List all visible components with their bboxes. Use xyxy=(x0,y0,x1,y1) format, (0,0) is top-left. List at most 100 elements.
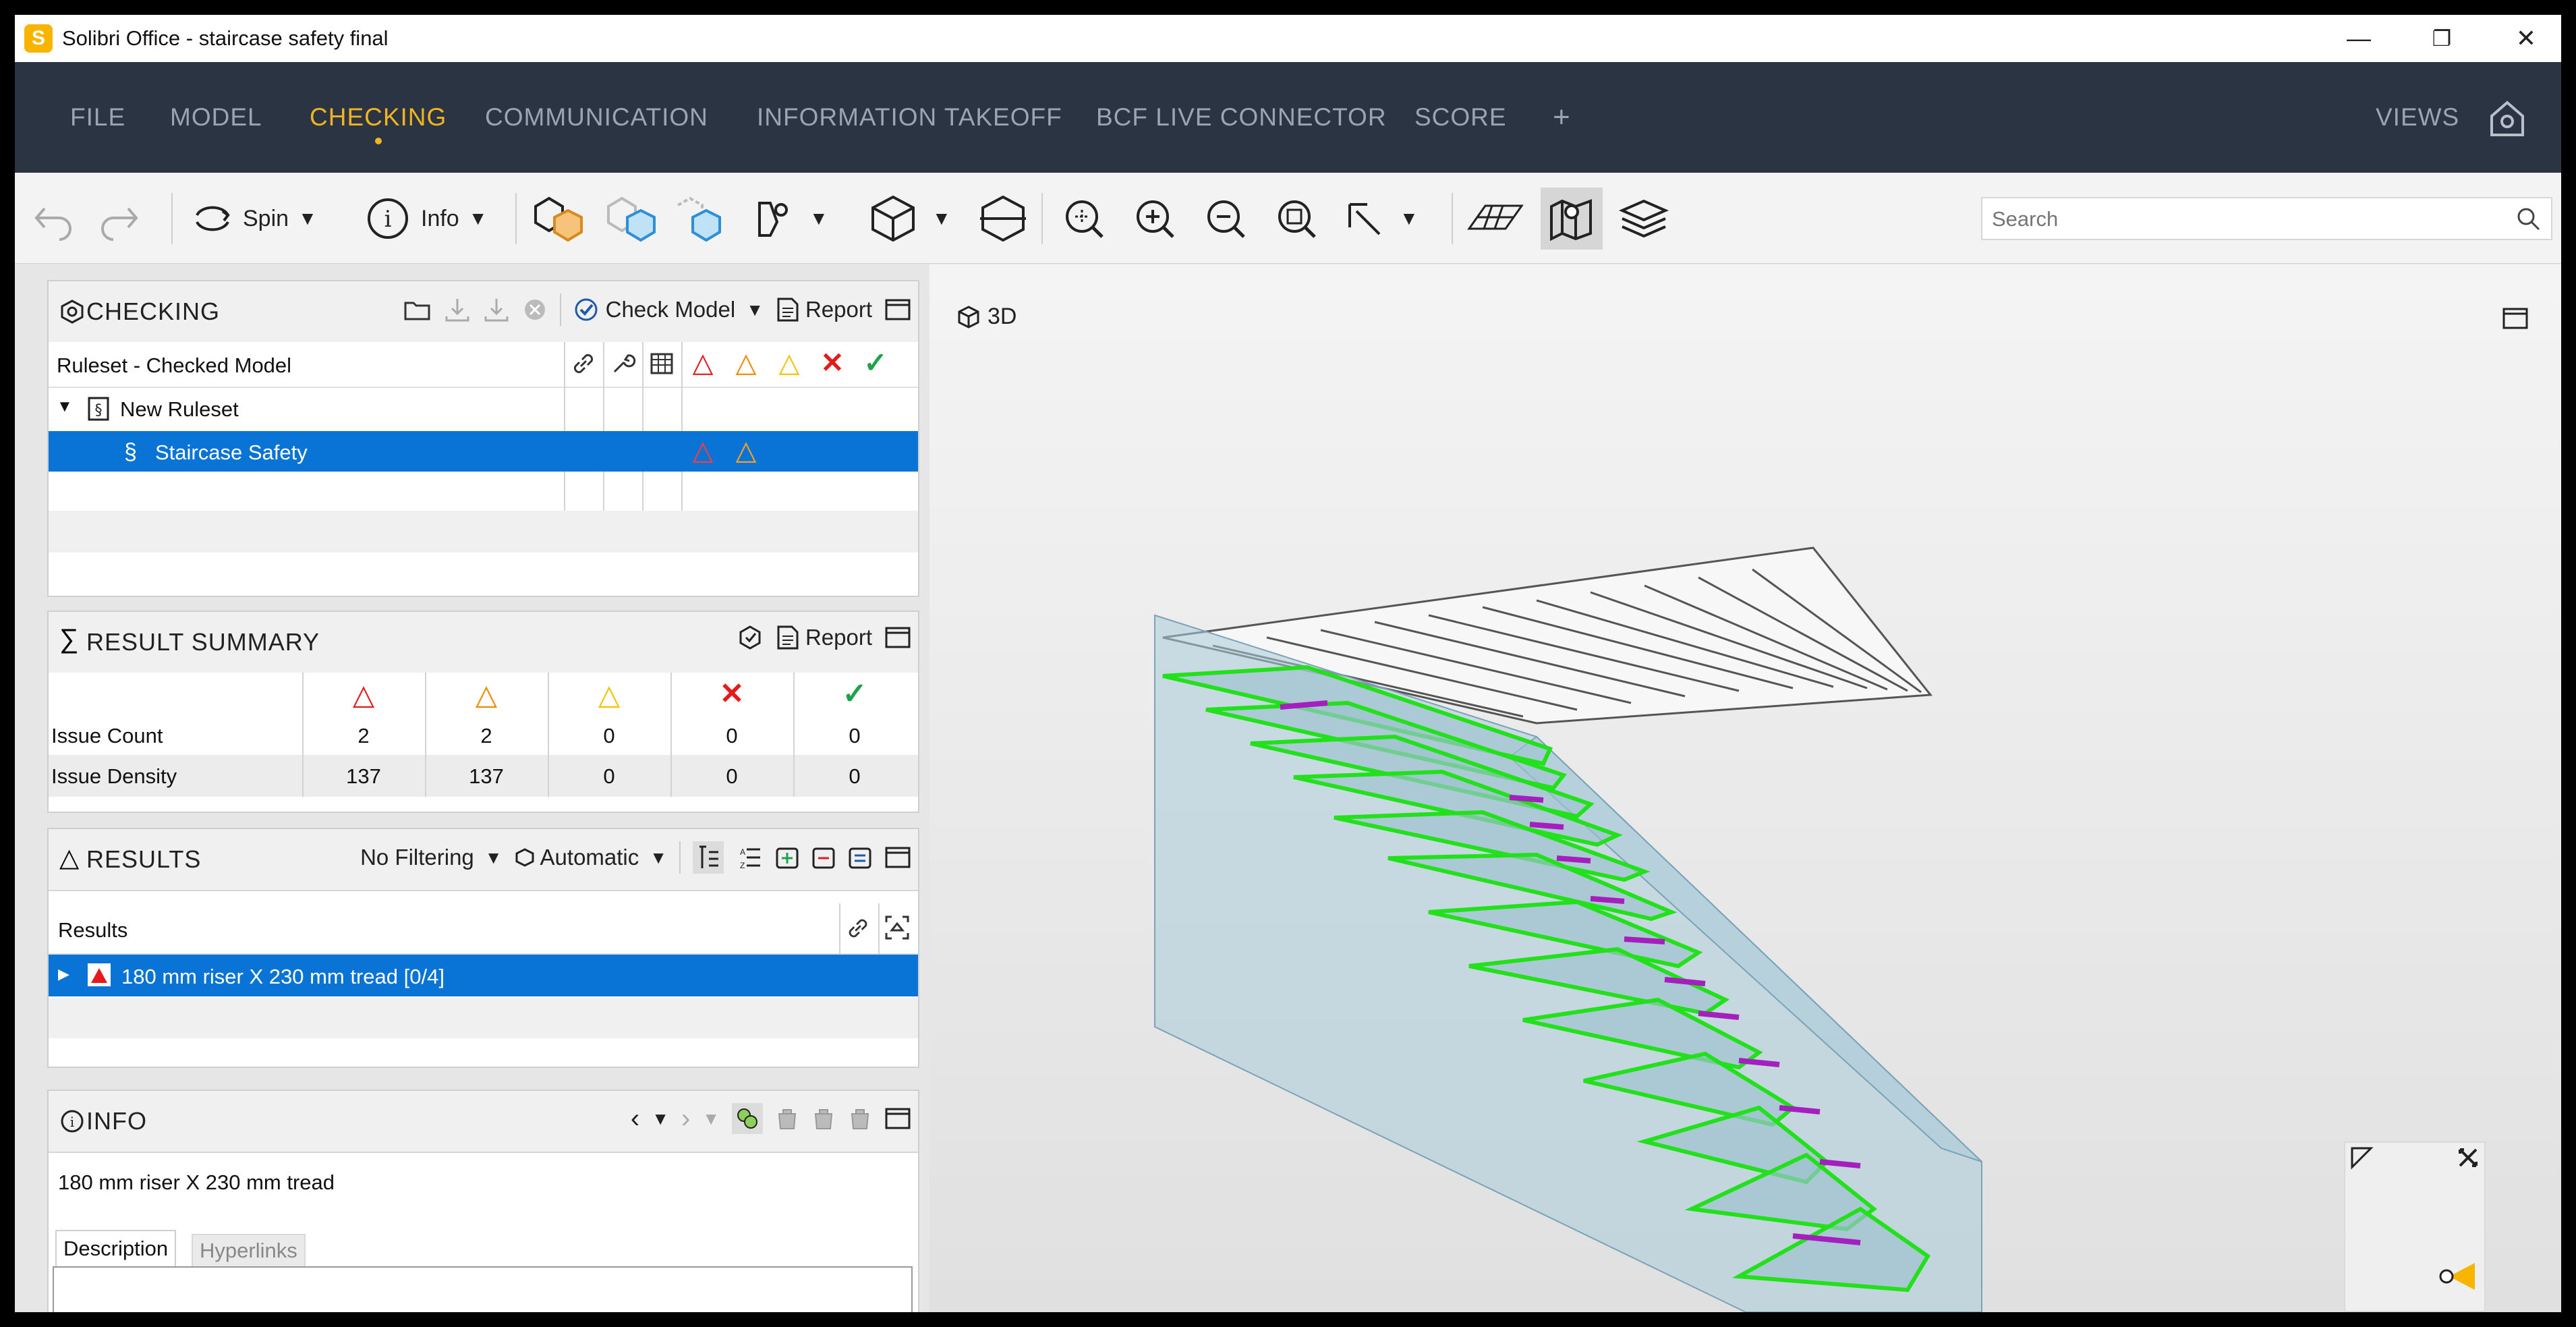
menu-file[interactable]: FILE xyxy=(70,62,125,173)
group-by-icon[interactable] xyxy=(693,841,724,874)
visibility-tool-icon[interactable]: ▼ xyxy=(750,192,828,246)
tab-hyperlinks[interactable]: Hyperlinks xyxy=(192,1234,306,1268)
collapse-arrow-icon[interactable]: ▼ xyxy=(57,397,73,416)
header-separator xyxy=(679,841,681,874)
spin-button[interactable]: Spin ▼ xyxy=(189,192,317,246)
zoom-out-icon[interactable] xyxy=(1202,192,1249,246)
menu-checking[interactable]: CHECKING xyxy=(310,62,447,173)
checking-panel-header: CHECKING Check Model ▼ Report xyxy=(49,281,918,343)
forward-dropdown-icon[interactable]: ▼ xyxy=(702,1108,720,1129)
previous-icon[interactable]: ‹ xyxy=(631,1104,639,1134)
widget-close-icon[interactable] xyxy=(2456,1146,2480,1173)
show-components-icon[interactable] xyxy=(529,192,590,246)
3d-view[interactable]: 3D xyxy=(929,264,2561,1312)
issue-count-rejected: 0 xyxy=(726,724,738,747)
description-field[interactable] xyxy=(53,1266,913,1312)
search-input[interactable] xyxy=(1991,204,2506,235)
maximize-panel-icon[interactable] xyxy=(884,625,911,650)
result-summary-header: ∑ RESULT SUMMARY Report xyxy=(49,612,918,674)
info-button[interactable]: i Info ▼ xyxy=(364,192,487,246)
next-icon[interactable]: › xyxy=(681,1104,690,1134)
tab-description[interactable]: Description xyxy=(55,1230,177,1266)
staircase-model[interactable] xyxy=(929,264,2561,1312)
hide-components-icon[interactable] xyxy=(602,192,662,246)
select-tool-dropdown-icon[interactable]: ▼ xyxy=(1400,208,1419,229)
remove-slide-icon[interactable] xyxy=(811,845,836,870)
add-tab-button[interactable]: + xyxy=(1553,62,1571,173)
info-dropdown-icon[interactable]: ▼ xyxy=(469,208,488,229)
result-row-selected[interactable]: ▶ 180 mm riser X 230 mm tread [0/4] xyxy=(49,955,918,996)
widget-expand-icon[interactable] xyxy=(2349,1146,2374,1173)
filter-dropdown-icon[interactable]: ▼ xyxy=(485,847,503,868)
report-button[interactable]: Report xyxy=(776,296,872,323)
sort-list-icon[interactable]: AZ xyxy=(736,844,763,871)
menu-model[interactable]: MODEL xyxy=(170,62,262,173)
issue-density-passed: 0 xyxy=(849,764,861,788)
check-model-dropdown-icon[interactable]: ▼ xyxy=(746,300,764,320)
expand-arrow-icon[interactable]: ▶ xyxy=(58,965,69,983)
remove-icon[interactable] xyxy=(522,297,548,322)
floor-plan-grid-icon[interactable] xyxy=(1465,192,1526,246)
basket-remove-icon[interactable] xyxy=(811,1106,836,1131)
select-tool-icon[interactable]: ▼ xyxy=(1340,192,1419,246)
map-view-toggle[interactable] xyxy=(1541,188,1603,250)
layers-icon[interactable] xyxy=(1617,192,1671,246)
basket-add-icon[interactable] xyxy=(775,1106,799,1131)
search-icon[interactable] xyxy=(2515,205,2542,235)
rule-row-selected[interactable]: § Staircase Safety △ △ xyxy=(49,431,918,472)
close-button[interactable]: ✕ xyxy=(2506,22,2546,55)
issue-count-moderate: 2 xyxy=(480,724,492,747)
menu-bcf-live-connector[interactable]: BCF LIVE CONNECTOR xyxy=(1096,62,1387,173)
check-model-button[interactable]: Check Model ▼ xyxy=(573,297,764,322)
empty-row xyxy=(49,511,918,553)
zoom-extents-icon[interactable] xyxy=(1060,192,1108,246)
issue-density-label: Issue Density xyxy=(51,764,177,788)
results-triangle-icon: △ xyxy=(59,844,80,872)
undo-icon[interactable] xyxy=(30,192,77,246)
views-icon[interactable] xyxy=(2486,97,2528,142)
mode-dropdown[interactable]: Automatic ▼ xyxy=(515,845,667,870)
minimize-button[interactable]: — xyxy=(2339,22,2379,55)
selection-basket-icon[interactable] xyxy=(732,1103,763,1134)
title-bar: S Solibri Office - staircase safety fina… xyxy=(15,15,2561,62)
component-view-icon[interactable]: ▼ xyxy=(866,192,951,246)
camera-icon[interactable] xyxy=(2433,1256,2480,1300)
history-dropdown-icon[interactable]: ▼ xyxy=(652,1108,669,1129)
download-all-icon[interactable] xyxy=(483,296,510,323)
summary-header-row: △ △ △ ✕ ✓ xyxy=(49,673,918,714)
zoom-in-icon[interactable] xyxy=(1131,192,1178,246)
ruleset-row[interactable]: ▼ § New Ruleset xyxy=(49,388,918,430)
add-slide-icon[interactable] xyxy=(775,845,799,870)
edit-slide-icon[interactable] xyxy=(848,845,872,870)
zoom-selected-icon[interactable] xyxy=(1273,192,1320,246)
mode-dropdown-icon[interactable]: ▼ xyxy=(650,847,667,868)
isolate-components-icon[interactable] xyxy=(672,192,726,246)
component-view-dropdown-icon[interactable]: ▼ xyxy=(932,208,951,229)
maximize-panel-icon[interactable] xyxy=(884,298,911,322)
visibility-dropdown-icon[interactable]: ▼ xyxy=(809,208,828,229)
maximize-panel-icon[interactable] xyxy=(884,845,911,870)
open-folder-icon[interactable] xyxy=(403,298,432,322)
summary-settings-icon[interactable] xyxy=(737,624,764,651)
download-icon[interactable] xyxy=(444,296,471,323)
restore-button[interactable]: ❐ xyxy=(2422,22,2462,55)
solibri-logo-icon: S xyxy=(24,24,53,53)
info-label: Info xyxy=(421,205,459,231)
checking-icon xyxy=(59,299,85,328)
menu-information-takeoff[interactable]: INFORMATION TAKEOFF xyxy=(757,62,1062,173)
menu-communication[interactable]: COMMUNICATION xyxy=(485,62,708,173)
menu-score[interactable]: SCORE xyxy=(1414,62,1507,173)
issue-density-row: Issue Density 137 137 0 0 0 xyxy=(49,755,918,797)
basket-set-icon[interactable] xyxy=(848,1106,872,1131)
redo-icon[interactable] xyxy=(96,192,143,246)
summary-report-button[interactable]: Report xyxy=(776,624,872,651)
filter-dropdown[interactable]: No Filtering ▼ xyxy=(360,845,502,870)
spin-dropdown-icon[interactable]: ▼ xyxy=(298,208,317,229)
navigation-widget[interactable] xyxy=(2344,1141,2486,1312)
search-field[interactable] xyxy=(1981,197,2552,240)
critical-severity-icon: △ xyxy=(692,348,714,378)
section-box-icon[interactable] xyxy=(976,192,1030,246)
maximize-panel-icon[interactable] xyxy=(884,1106,911,1131)
report-label: Report xyxy=(805,297,872,322)
views-menu[interactable]: VIEWS xyxy=(2376,62,2459,173)
